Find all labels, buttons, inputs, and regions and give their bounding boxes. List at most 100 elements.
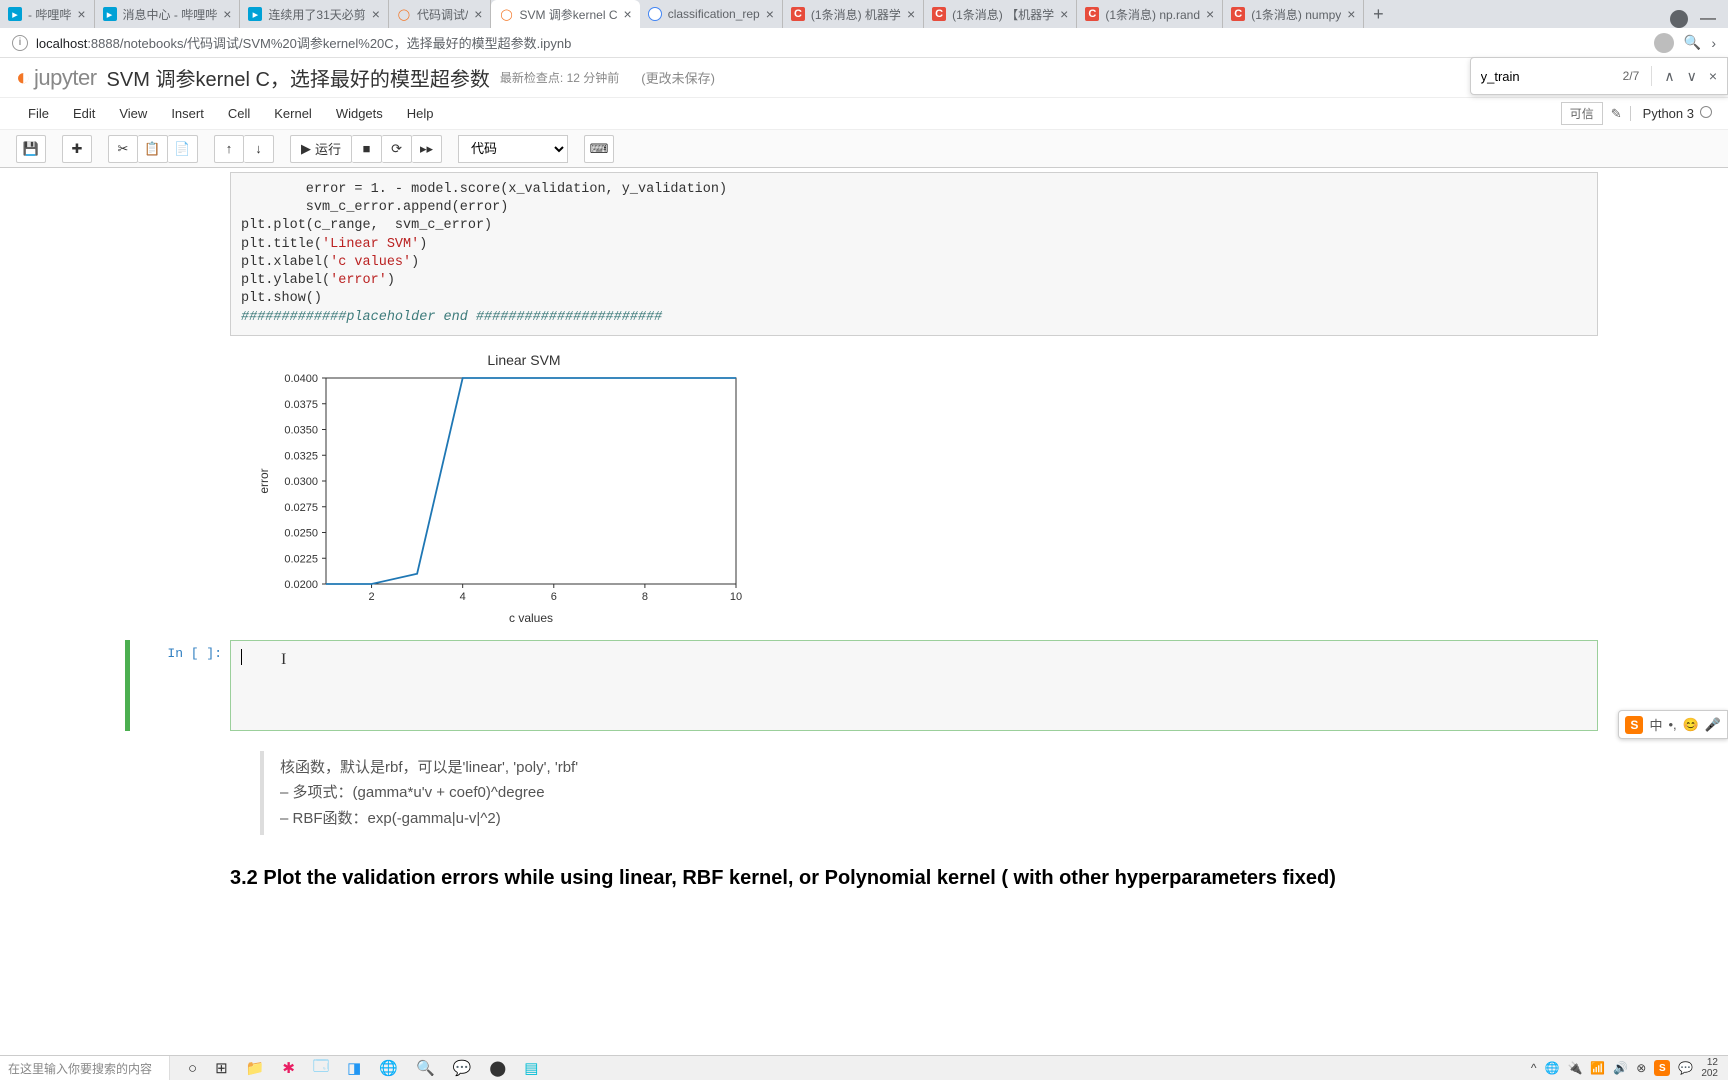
ime-emoji-icon[interactable]: 😊 <box>1683 717 1699 733</box>
file-explorer-icon[interactable]: 📁 <box>246 1059 265 1077</box>
new-tab-button[interactable]: + <box>1364 0 1392 28</box>
wechat-icon[interactable]: 💬 <box>453 1059 472 1077</box>
output-area: Linear SVM 0.02000.02250.02500.02750.030… <box>230 336 1598 636</box>
save-button[interactable]: 💾 <box>16 135 46 163</box>
menu-cell[interactable]: Cell <box>216 102 262 125</box>
app-icon[interactable]: 🔍 <box>416 1059 435 1077</box>
taskbar-search-input[interactable]: 在这里输入你要搜索的内容 <box>0 1056 170 1080</box>
app-icon[interactable]: ▤ <box>524 1059 538 1077</box>
cell-type-select[interactable]: 代码 <box>458 135 568 163</box>
window-minimize-button[interactable]: — <box>1700 10 1716 28</box>
command-palette-button[interactable]: ⌨ <box>584 135 614 163</box>
add-cell-button[interactable]: ✚ <box>62 135 92 163</box>
cortana-icon[interactable]: ○ <box>188 1060 197 1077</box>
close-icon[interactable]: × <box>474 6 482 22</box>
svg-text:8: 8 <box>642 591 648 603</box>
close-icon[interactable]: × <box>372 6 380 22</box>
menu-kernel[interactable]: Kernel <box>262 102 324 125</box>
browser-tab-active[interactable]: ◯SVM 调参kernel C× <box>491 0 639 28</box>
ime-lang[interactable]: 中 <box>1649 715 1662 734</box>
close-icon[interactable]: × <box>907 6 915 22</box>
browser-tab-strip: ▸- 哔哩哔× ▸消息中心 - 哔哩哔× ▸连续用了31天必剪× ◯代码调试/×… <box>0 0 1728 28</box>
browser-tab[interactable]: classification_rep× <box>640 0 783 28</box>
tray-globe-icon[interactable]: 🌐 <box>1544 1061 1559 1075</box>
address-bar: i localhost:8888/notebooks/代码调试/SVM%20调参… <box>0 28 1728 58</box>
code-input-area[interactable]: error = 1. - model.score(x_validation, y… <box>230 172 1598 336</box>
ime-toolbar[interactable]: S 中 •, 😊 🎤 <box>1618 710 1728 739</box>
find-input[interactable] <box>1481 69 1611 84</box>
find-prev-button[interactable]: ∧ <box>1664 68 1674 85</box>
interrupt-button[interactable]: ■ <box>352 135 382 163</box>
menu-file[interactable]: File <box>16 102 61 125</box>
browser-tab[interactable]: C(1条消息) 【机器学× <box>924 0 1077 28</box>
find-close-button[interactable]: × <box>1709 68 1717 84</box>
obs-icon[interactable]: ⬤ <box>489 1059 506 1077</box>
zoom-icon[interactable]: 🔍 <box>1684 34 1701 51</box>
code-input-area[interactable]: I <box>230 640 1598 731</box>
jupyter-logo[interactable]: ◐jupyter <box>16 64 97 92</box>
tray-app-icon[interactable]: ⊗ <box>1636 1061 1646 1075</box>
edit-icon[interactable]: ✎ <box>1611 106 1622 122</box>
app-icon[interactable]: ◨ <box>347 1059 361 1077</box>
tray-chevron-icon[interactable]: ^ <box>1531 1061 1537 1075</box>
ime-punct-icon[interactable]: •, <box>1668 717 1676 732</box>
close-icon[interactable]: × <box>223 6 231 22</box>
browser-tab[interactable]: ▸连续用了31天必剪× <box>240 0 389 28</box>
windows-taskbar: 在这里输入你要搜索的内容 ○ ⊞ 📁 ✱ 🗔 ◨ 🌐 🔍 💬 ⬤ ▤ ^ 🌐 🔌… <box>0 1055 1728 1080</box>
browser-tab[interactable]: C(1条消息) np.rand× <box>1077 0 1223 28</box>
notebook-container[interactable]: error = 1. - model.score(x_validation, y… <box>0 168 1728 1055</box>
menu-edit[interactable]: Edit <box>61 102 107 125</box>
jupyter-icon: ◯ <box>499 7 513 21</box>
menu-insert[interactable]: Insert <box>159 102 216 125</box>
close-icon[interactable]: × <box>1347 6 1355 22</box>
tray-action-center-icon[interactable]: 💬 <box>1678 1061 1693 1075</box>
more-icon[interactable]: › <box>1711 35 1716 51</box>
run-button[interactable]: ▶ 运行 <box>290 135 352 163</box>
code-cell[interactable]: error = 1. - model.score(x_validation, y… <box>130 172 1598 636</box>
task-view-icon[interactable]: ⊞ <box>215 1059 228 1077</box>
chrome-icon[interactable]: 🌐 <box>379 1059 398 1077</box>
menu-help[interactable]: Help <box>395 102 446 125</box>
clock[interactable]: 12202 <box>1701 1057 1718 1079</box>
kernel-name[interactable]: Python 3 <box>1630 106 1712 121</box>
ime-mic-icon[interactable]: 🎤 <box>1705 717 1721 733</box>
paste-button[interactable]: 📄 <box>168 135 198 163</box>
menu-view[interactable]: View <box>107 102 159 125</box>
cut-button[interactable]: ✂ <box>108 135 138 163</box>
close-icon[interactable]: × <box>1060 6 1068 22</box>
close-icon[interactable]: × <box>77 6 85 22</box>
close-icon[interactable]: × <box>624 6 632 22</box>
find-next-button[interactable]: ∨ <box>1687 68 1697 85</box>
incognito-icon[interactable] <box>1670 10 1688 28</box>
chart-title: Linear SVM <box>314 352 734 368</box>
browser-tab[interactable]: C(1条消息) 机器学× <box>783 0 924 28</box>
tray-network-icon[interactable]: 📶 <box>1590 1061 1605 1075</box>
sogou-tray-icon[interactable]: S <box>1654 1060 1670 1076</box>
move-down-button[interactable]: ↓ <box>244 135 274 163</box>
tray-battery-icon[interactable]: 🔌 <box>1567 1061 1582 1075</box>
markdown-cell[interactable]: 3.2 Plot the validation errors while usi… <box>130 865 1598 891</box>
restart-button[interactable]: ⟳ <box>382 135 412 163</box>
close-icon[interactable]: × <box>766 6 774 22</box>
browser-tab[interactable]: ◯代码调试/× <box>389 0 492 28</box>
url-display[interactable]: localhost:8888/notebooks/代码调试/SVM%20调参ke… <box>36 33 571 52</box>
restart-run-all-button[interactable]: ▸▸ <box>412 135 442 163</box>
jupyter-logo-icon: ◐ <box>16 64 30 91</box>
browser-tab[interactable]: ▸- 哔哩哔× <box>0 0 95 28</box>
copy-button[interactable]: 📋 <box>138 135 168 163</box>
close-icon[interactable]: × <box>1206 6 1214 22</box>
menu-widgets[interactable]: Widgets <box>324 102 395 125</box>
notebook-name[interactable]: SVM 调参kernel C，选择最好的模型超参数 <box>107 63 490 92</box>
profile-icon[interactable] <box>1654 33 1674 53</box>
browser-tab[interactable]: ▸消息中心 - 哔哩哔× <box>95 0 241 28</box>
browser-tab[interactable]: C(1条消息) numpy× <box>1223 0 1364 28</box>
tray-volume-icon[interactable]: 🔊 <box>1613 1061 1628 1075</box>
app-icon[interactable]: 🗔 <box>313 1056 329 1081</box>
move-up-button[interactable]: ↑ <box>214 135 244 163</box>
app-icon[interactable]: ✱ <box>282 1059 295 1077</box>
trusted-indicator[interactable]: 可信 <box>1561 102 1603 125</box>
site-info-icon[interactable]: i <box>12 35 28 51</box>
code-cell-selected[interactable]: In [ ]: I <box>130 640 1598 731</box>
system-tray[interactable]: ^ 🌐 🔌 📶 🔊 ⊗ S 💬 12202 <box>1521 1057 1728 1079</box>
markdown-cell[interactable]: 核函数，默认是rbf，可以是'linear', 'poly', 'rbf' – … <box>130 751 1598 836</box>
